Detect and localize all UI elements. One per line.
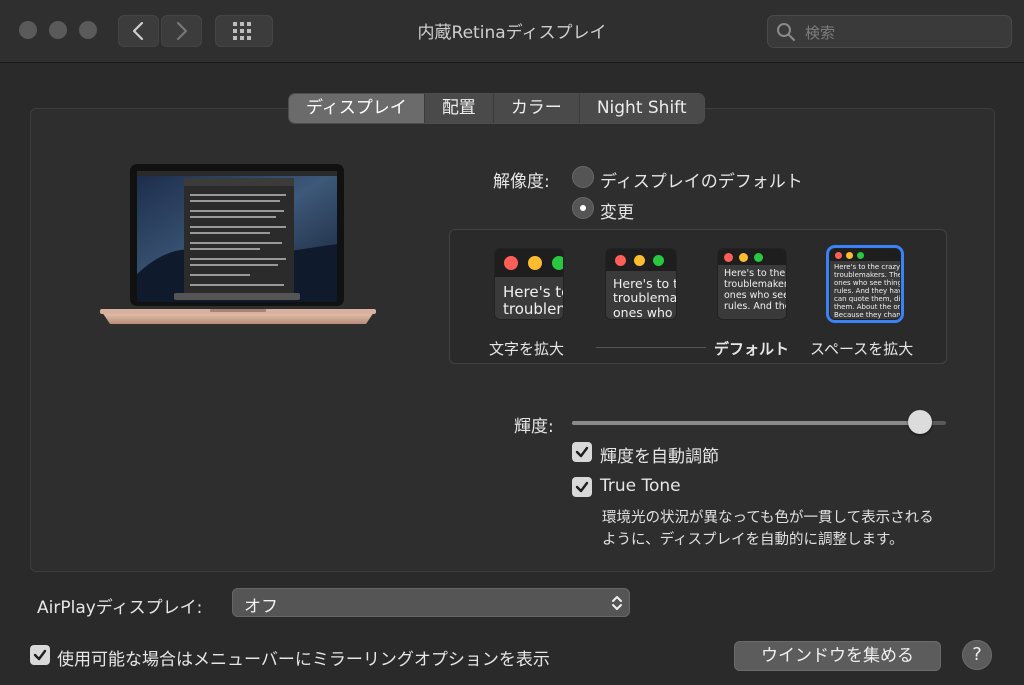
scale-option-more-space[interactable]: Here's to the crazy one troublemakers. T… (829, 248, 901, 320)
tab-color[interactable]: カラー (493, 94, 580, 123)
scale-label-default: デフォルト (714, 340, 790, 358)
search-input[interactable] (803, 15, 1007, 50)
gather-windows-button[interactable]: ウインドウを集める (734, 641, 941, 671)
tab-arrangement[interactable]: 配置 (424, 94, 494, 123)
title-bar: 内蔵Retinaディスプレイ (0, 0, 1024, 63)
scale-option-preview-text: Here's to the cr troublemakers. ones who… (724, 269, 787, 312)
auto-brightness-label[interactable]: 輝度を自動調節 (600, 442, 719, 467)
radio-default-for-display[interactable] (572, 166, 594, 188)
tab-night-shift[interactable]: Night Shift (579, 94, 704, 123)
brightness-slider-knob[interactable] (908, 410, 932, 434)
help-button[interactable]: ? (962, 640, 992, 670)
tab-display[interactable]: ディスプレイ (289, 94, 425, 123)
brightness-label: 輝度: (514, 417, 554, 437)
scale-label-more-space: スペースを拡大 (810, 340, 914, 358)
true-tone-description-line: 環境光の状況が異なっても色が一貫して表示される (602, 510, 934, 526)
radio-scaled-label[interactable]: 変更 (600, 198, 634, 223)
mirroring-checkbox[interactable] (30, 645, 50, 665)
scale-option-larger-text[interactable]: Here's to troublem (494, 248, 564, 320)
scale-divider (596, 347, 706, 348)
scale-option-2[interactable]: Here's to t troublema ones who (605, 248, 677, 320)
checkmark-icon (33, 649, 47, 661)
scale-option-preview-text: Here's to troublem (503, 284, 563, 319)
radio-default-for-display-label[interactable]: ディスプレイのデフォルト (600, 167, 803, 192)
checkmark-icon (575, 481, 589, 493)
radio-scaled[interactable] (572, 197, 594, 219)
auto-brightness-checkbox[interactable] (572, 442, 592, 462)
scale-option-preview-text: Here's to t troublema ones who (613, 277, 677, 320)
mirroring-label[interactable]: 使用可能な場合はメニューバーにミラーリングオプションを表示 (57, 645, 550, 670)
checkmark-icon (575, 446, 589, 458)
scale-option-preview-text: Here's to the crazy one troublemakers. T… (834, 263, 901, 320)
true-tone-label[interactable]: True Tone (600, 476, 681, 496)
airplay-popup[interactable]: オフ (232, 588, 630, 617)
scale-label-larger-text: 文字を拡大 (489, 340, 565, 358)
tab-bar: ディスプレイ 配置 カラー Night Shift (289, 94, 704, 123)
brightness-slider-fill (572, 421, 920, 425)
brightness-slider[interactable] (572, 421, 946, 425)
airplay-popup-value: オフ (244, 597, 278, 617)
true-tone-description: 環境光の状況が異なっても色が一貫して表示される ように、ディスプレイを自動的に調… (602, 507, 934, 551)
true-tone-description-line: ように、ディスプレイを自動的に調整します。 (602, 532, 904, 548)
laptop-illustration (100, 164, 376, 324)
true-tone-checkbox[interactable] (572, 477, 592, 497)
search-field[interactable] (767, 15, 1012, 50)
scale-option-default[interactable]: Here's to the cr troublemakers. ones who… (717, 248, 787, 320)
resolution-label: 解像度: (493, 172, 550, 192)
search-icon (777, 23, 795, 41)
airplay-label: AirPlayディスプレイ: (37, 598, 203, 618)
updown-chevron-icon (612, 596, 622, 610)
